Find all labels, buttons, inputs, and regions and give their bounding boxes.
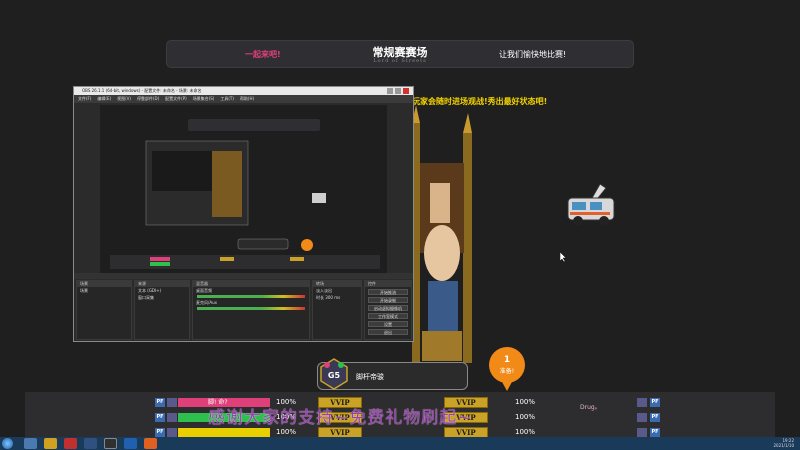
- obs-titlebar[interactable]: OBS 26.1.1 (64-bit, windows) - 配置文件: 未命名…: [74, 87, 413, 95]
- obs-control-button[interactable]: 工作室模式: [368, 313, 408, 319]
- minimize-icon[interactable]: [387, 88, 393, 94]
- percent-right: 100%: [515, 413, 536, 421]
- obs-dock-titlebar: 未知场景: [74, 273, 413, 289]
- audio-meter: [197, 307, 305, 310]
- obs-control-button[interactable]: 设置: [368, 321, 408, 327]
- obs-control-button[interactable]: 退出: [368, 329, 408, 335]
- source-item[interactable]: 窗口采集: [135, 294, 189, 301]
- team-icon: [637, 428, 647, 437]
- browser-icon[interactable]: [64, 438, 77, 449]
- percent-left: 100%: [276, 428, 297, 436]
- audio-meter: [197, 295, 305, 298]
- team-icon: [637, 413, 647, 422]
- source-item[interactable]: 文本 (GDI+): [135, 287, 189, 294]
- mixer-dock[interactable]: 混音器 桌面音频 麦克风/Aux: [192, 280, 310, 340]
- obs-menu-item[interactable]: 配置文件(P): [165, 95, 187, 103]
- controls-header: 控件: [365, 281, 411, 287]
- close-icon[interactable]: [403, 88, 409, 94]
- mixer-track-label: 桌面音频: [196, 288, 212, 293]
- arena-banner: 一起来吧! 常规赛赛场 Lord of Streets 让我们愉快地比赛!: [166, 40, 634, 68]
- obs-menu-item[interactable]: 视图(V): [117, 95, 131, 103]
- pf-badge-left: PF: [155, 413, 165, 422]
- window-controls: [387, 88, 411, 94]
- transition-dock[interactable]: 转场 淡入淡出 时长 300 ms: [312, 280, 362, 340]
- taskbar-app-icon[interactable]: [144, 438, 157, 449]
- player-bar: [178, 428, 270, 437]
- windows-taskbar: 19:22 2021/1/10: [0, 437, 800, 450]
- scenes-dock[interactable]: 场景 场景: [76, 280, 132, 340]
- taskbar-app-icon[interactable]: [84, 438, 97, 449]
- team-icon: [167, 413, 177, 422]
- obs-menu-item[interactable]: 文件(F): [78, 95, 91, 103]
- taskbar-app-icon[interactable]: [24, 438, 37, 449]
- start-button-icon[interactable]: [2, 438, 13, 449]
- sources-dock[interactable]: 来源 文本 (GDI+) 窗口采集: [134, 280, 190, 340]
- taskbar-clock[interactable]: 19:22 2021/1/10: [773, 438, 794, 448]
- ready-label: 准备!: [500, 367, 514, 375]
- obs-menu-item[interactable]: 工具(T): [220, 95, 234, 103]
- taskbar-app-icon[interactable]: [124, 438, 137, 449]
- transition-duration-row: 时长 300 ms: [313, 294, 361, 301]
- obs-menu-item[interactable]: 场景集合(S): [193, 95, 215, 103]
- folder-icon[interactable]: [44, 438, 57, 449]
- percent-right: 100%: [515, 398, 536, 406]
- player-name: 脚杆帝骏: [356, 373, 384, 381]
- obs-taskbar-icon[interactable]: [104, 438, 117, 449]
- obs-preview[interactable]: [100, 105, 387, 273]
- banner-right-text: 让我们愉快地比赛!: [499, 50, 567, 59]
- pf-badge-right: PF: [650, 428, 660, 437]
- van-sticker-icon: [567, 183, 615, 226]
- ready-marker: 1 准备!: [489, 347, 525, 391]
- obs-menubar: 文件(F) 编辑(E) 视图(V) 停靠部件(D) 配置文件(P) 场景集合(S) 工具(T…: [74, 95, 413, 103]
- team-icon: [167, 428, 177, 437]
- duration-value[interactable]: 300 ms: [325, 295, 340, 300]
- obs-control-button[interactable]: 开始录制: [368, 297, 408, 303]
- throne-character-illustration: [412, 105, 472, 363]
- controls-dock[interactable]: 控件 开始推流开始录制启动虚拟摄像机 工作室模式设置退出: [364, 280, 412, 340]
- obs-window[interactable]: OBS 26.1.1 (64-bit, windows) - 配置文件: 未命名…: [73, 86, 414, 342]
- obs-control-button[interactable]: 开始推流: [368, 289, 408, 295]
- maximize-icon[interactable]: [395, 88, 401, 94]
- danmaku-text: 感谢大家的支持~免费礼物刷起~: [208, 408, 473, 428]
- pf-badge-right: PF: [650, 413, 660, 422]
- g5-badge-icon: G5: [320, 358, 348, 390]
- obs-control-button[interactable]: 启动虚拟摄像机: [368, 305, 408, 311]
- obs-menu-item[interactable]: 帮助(H): [240, 95, 254, 103]
- team-icon: [637, 398, 647, 407]
- scene-item[interactable]: 场景: [77, 287, 131, 294]
- obs-menu-item[interactable]: 停靠部件(D): [137, 95, 159, 103]
- ready-number: 1: [504, 355, 510, 365]
- stream-screen: 一起来吧! 常规赛赛场 Lord of Streets 让我们愉快地比赛! 玩家…: [0, 0, 800, 450]
- mixer-track-label: 麦克风/Aux: [196, 300, 217, 305]
- controls-buttons: 开始推流开始录制启动虚拟摄像机 工作室模式设置退出: [365, 289, 411, 335]
- obs-title: OBS 26.1.1 (64-bit, windows) - 配置文件: 未命名…: [82, 88, 202, 93]
- drug-label: Drug。: [580, 404, 601, 411]
- transition-type[interactable]: 淡入淡出: [313, 287, 361, 294]
- percent-right: 100%: [515, 428, 536, 436]
- pf-badge-left: PF: [155, 428, 165, 437]
- duration-label: 时长: [316, 295, 324, 300]
- mouse-cursor-icon: [560, 252, 567, 262]
- player-tag: G5: [328, 371, 341, 380]
- team-icon: [167, 398, 177, 407]
- pf-badge-right: PF: [650, 398, 660, 407]
- obs-menu-item[interactable]: 编辑(E): [97, 95, 111, 103]
- clock-date: 2021/1/10: [773, 443, 794, 448]
- pf-badge-left: PF: [155, 398, 165, 407]
